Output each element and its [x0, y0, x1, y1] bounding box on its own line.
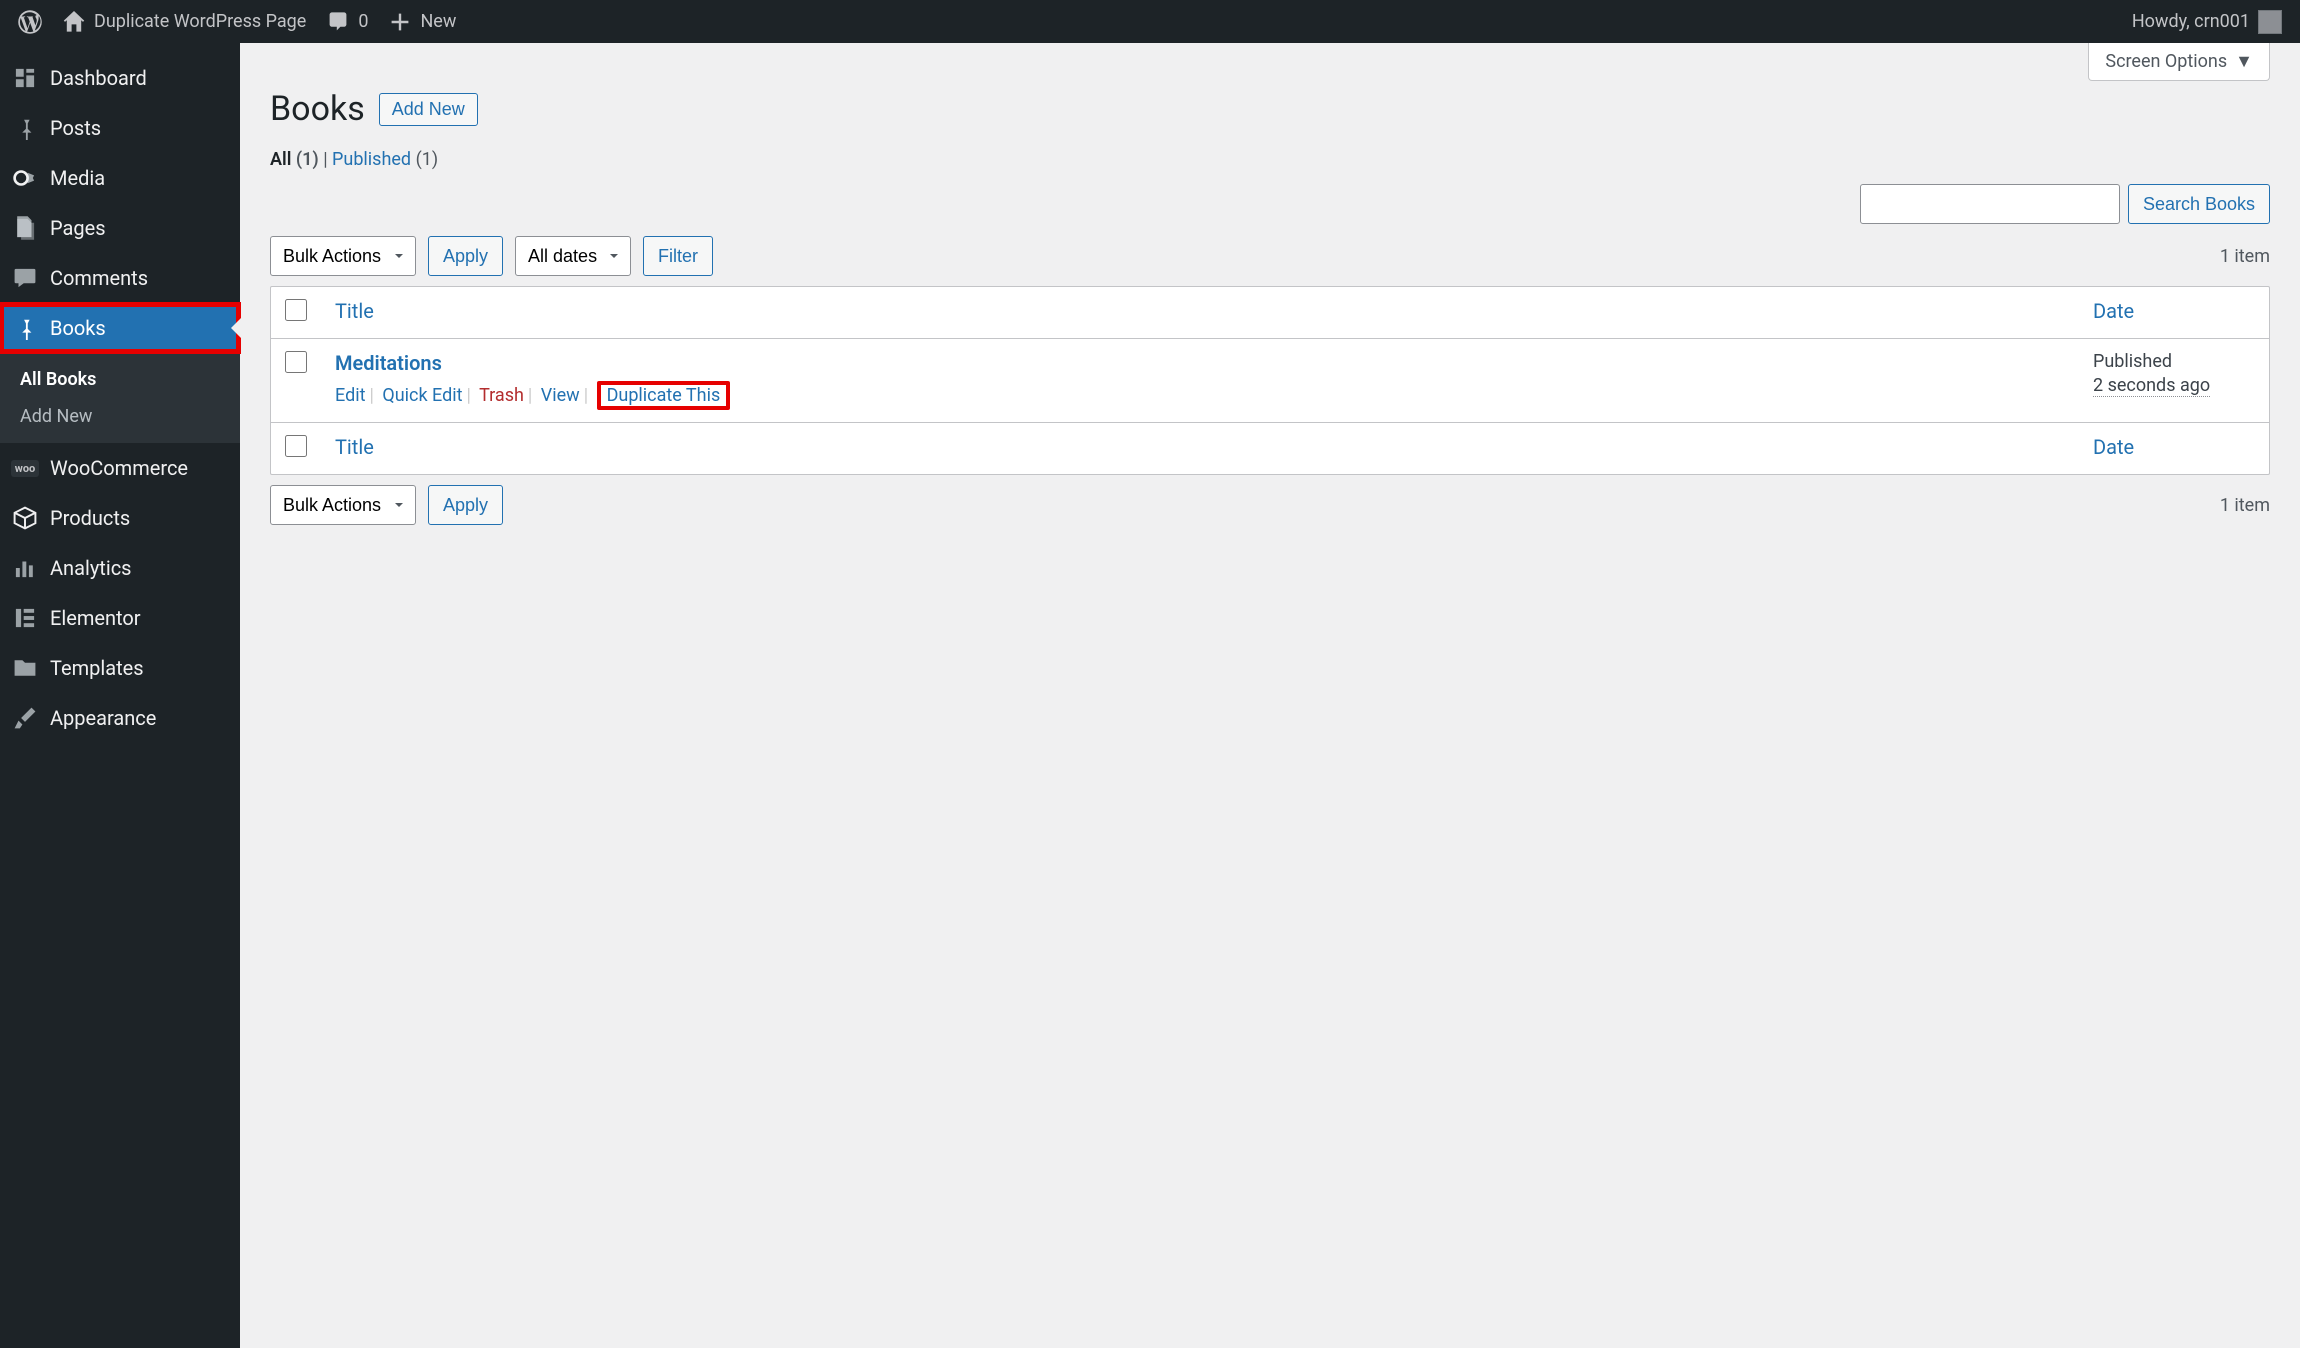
select-all-checkbox-footer[interactable]: [285, 435, 307, 457]
media-icon: [12, 165, 38, 191]
row-date-time: 2 seconds ago: [2093, 375, 2210, 397]
sidebar-item-label: Products: [50, 506, 130, 530]
table-row: Meditations Edit| Quick Edit| Trash| Vie…: [271, 339, 2269, 422]
plus-icon: [388, 10, 412, 34]
howdy-text: Howdy, crn001: [2132, 11, 2250, 32]
sidebar-item-label: Dashboard: [50, 66, 147, 90]
sidebar-item-posts[interactable]: Posts: [0, 103, 240, 153]
sidebar-item-label: Elementor: [50, 606, 141, 630]
chevron-down-icon: ▼: [2235, 51, 2253, 72]
sidebar-item-appearance[interactable]: Appearance: [0, 693, 240, 743]
filter-all[interactable]: All (1): [270, 149, 319, 170]
admin-sidebar: Dashboard Posts Media Pages Comments Boo…: [0, 43, 240, 1348]
sidebar-item-label: Media: [50, 166, 105, 190]
pages-icon: [12, 215, 38, 241]
comments-link[interactable]: 0: [316, 0, 378, 43]
sidebar-item-books[interactable]: Books: [0, 303, 240, 353]
search-button[interactable]: Search Books: [2128, 184, 2270, 224]
page-title: Books: [270, 89, 365, 129]
elementor-icon: [12, 605, 38, 631]
admin-bar: Duplicate WordPress Page 0 New Howdy, cr…: [0, 0, 2300, 43]
pin-icon: [12, 315, 38, 341]
comment-icon: [12, 265, 38, 291]
sidebar-item-label: Comments: [50, 266, 148, 290]
sidebar-item-label: Appearance: [50, 706, 156, 730]
select-all-checkbox[interactable]: [285, 299, 307, 321]
product-icon: [12, 505, 38, 531]
woo-icon: woo: [12, 455, 38, 481]
action-view[interactable]: View: [541, 385, 580, 406]
pagination-count: 1 item: [2220, 246, 2270, 267]
row-date-state: Published: [2093, 351, 2255, 372]
site-title: Duplicate WordPress Page: [94, 11, 306, 32]
posts-table: Title Date Meditations Edit| Quick Edit|…: [270, 286, 2270, 475]
column-title-footer[interactable]: Title: [321, 422, 2079, 474]
submenu-item-all-books[interactable]: All Books: [0, 361, 240, 398]
analytics-icon: [12, 555, 38, 581]
site-name-link[interactable]: Duplicate WordPress Page: [52, 0, 316, 43]
sidebar-submenu-books: All Books Add New: [0, 353, 240, 443]
my-account[interactable]: Howdy, crn001: [2122, 0, 2292, 43]
sidebar-item-label: WooCommerce: [50, 456, 188, 480]
new-content-link[interactable]: New: [378, 0, 466, 43]
highlight-duplicate: Duplicate This: [597, 381, 731, 410]
sidebar-item-templates[interactable]: Templates: [0, 643, 240, 693]
main-content: Screen Options ▼ Books Add New All (1) |…: [240, 43, 2300, 1348]
filter-button[interactable]: Filter: [643, 236, 713, 276]
sidebar-item-label: Templates: [50, 656, 144, 680]
dashboard-icon: [12, 65, 38, 91]
brush-icon: [12, 705, 38, 731]
sidebar-item-woocommerce[interactable]: woo WooCommerce: [0, 443, 240, 493]
home-icon: [62, 10, 86, 34]
bulk-actions-select[interactable]: Bulk Actions: [270, 236, 416, 276]
new-label: New: [420, 11, 456, 32]
date-filter-select[interactable]: All dates: [515, 236, 631, 276]
add-new-button[interactable]: Add New: [379, 93, 478, 126]
sidebar-item-label: Analytics: [50, 556, 132, 580]
row-checkbox[interactable]: [285, 351, 307, 373]
tablenav-bottom: Bulk Actions Apply 1 item: [270, 485, 2270, 525]
search-box: Search Books: [1860, 184, 2270, 224]
apply-button-bottom[interactable]: Apply: [428, 485, 503, 525]
screen-options-toggle[interactable]: Screen Options ▼: [2088, 43, 2270, 81]
status-filters: All (1) | Published (1): [270, 149, 2270, 170]
column-date[interactable]: Date: [2079, 287, 2269, 339]
sidebar-item-analytics[interactable]: Analytics: [0, 543, 240, 593]
row-title-link[interactable]: Meditations: [335, 351, 442, 375]
tablenav-top: Bulk Actions Apply All dates Filter 1 it…: [270, 236, 2270, 276]
column-title[interactable]: Title: [321, 287, 2079, 339]
bulk-actions-select-bottom[interactable]: Bulk Actions: [270, 485, 416, 525]
comments-count: 0: [358, 11, 368, 32]
apply-button[interactable]: Apply: [428, 236, 503, 276]
sidebar-item-dashboard[interactable]: Dashboard: [0, 53, 240, 103]
sidebar-item-media[interactable]: Media: [0, 153, 240, 203]
sidebar-item-label: Posts: [50, 116, 101, 140]
pin-icon: [12, 115, 38, 141]
avatar: [2258, 10, 2282, 34]
sidebar-item-pages[interactable]: Pages: [0, 203, 240, 253]
sidebar-item-label: Books: [50, 316, 106, 340]
comment-icon: [326, 10, 350, 34]
sidebar-item-products[interactable]: Products: [0, 493, 240, 543]
wordpress-icon: [18, 10, 42, 34]
row-actions: Edit| Quick Edit| Trash| View| Duplicate…: [335, 381, 2065, 410]
folder-icon: [12, 655, 38, 681]
submenu-item-add-new[interactable]: Add New: [0, 398, 240, 435]
filter-published[interactable]: Published (1): [332, 149, 438, 170]
wp-logo[interactable]: [8, 0, 52, 43]
sidebar-item-elementor[interactable]: Elementor: [0, 593, 240, 643]
sidebar-item-label: Pages: [50, 216, 106, 240]
pagination-count-bottom: 1 item: [2220, 495, 2270, 516]
search-input[interactable]: [1860, 184, 2120, 224]
action-trash[interactable]: Trash: [479, 385, 524, 406]
sidebar-item-comments[interactable]: Comments: [0, 253, 240, 303]
column-date-footer[interactable]: Date: [2079, 422, 2269, 474]
action-edit[interactable]: Edit: [335, 385, 365, 406]
action-duplicate[interactable]: Duplicate This: [607, 385, 721, 406]
action-quick-edit[interactable]: Quick Edit: [382, 385, 462, 406]
